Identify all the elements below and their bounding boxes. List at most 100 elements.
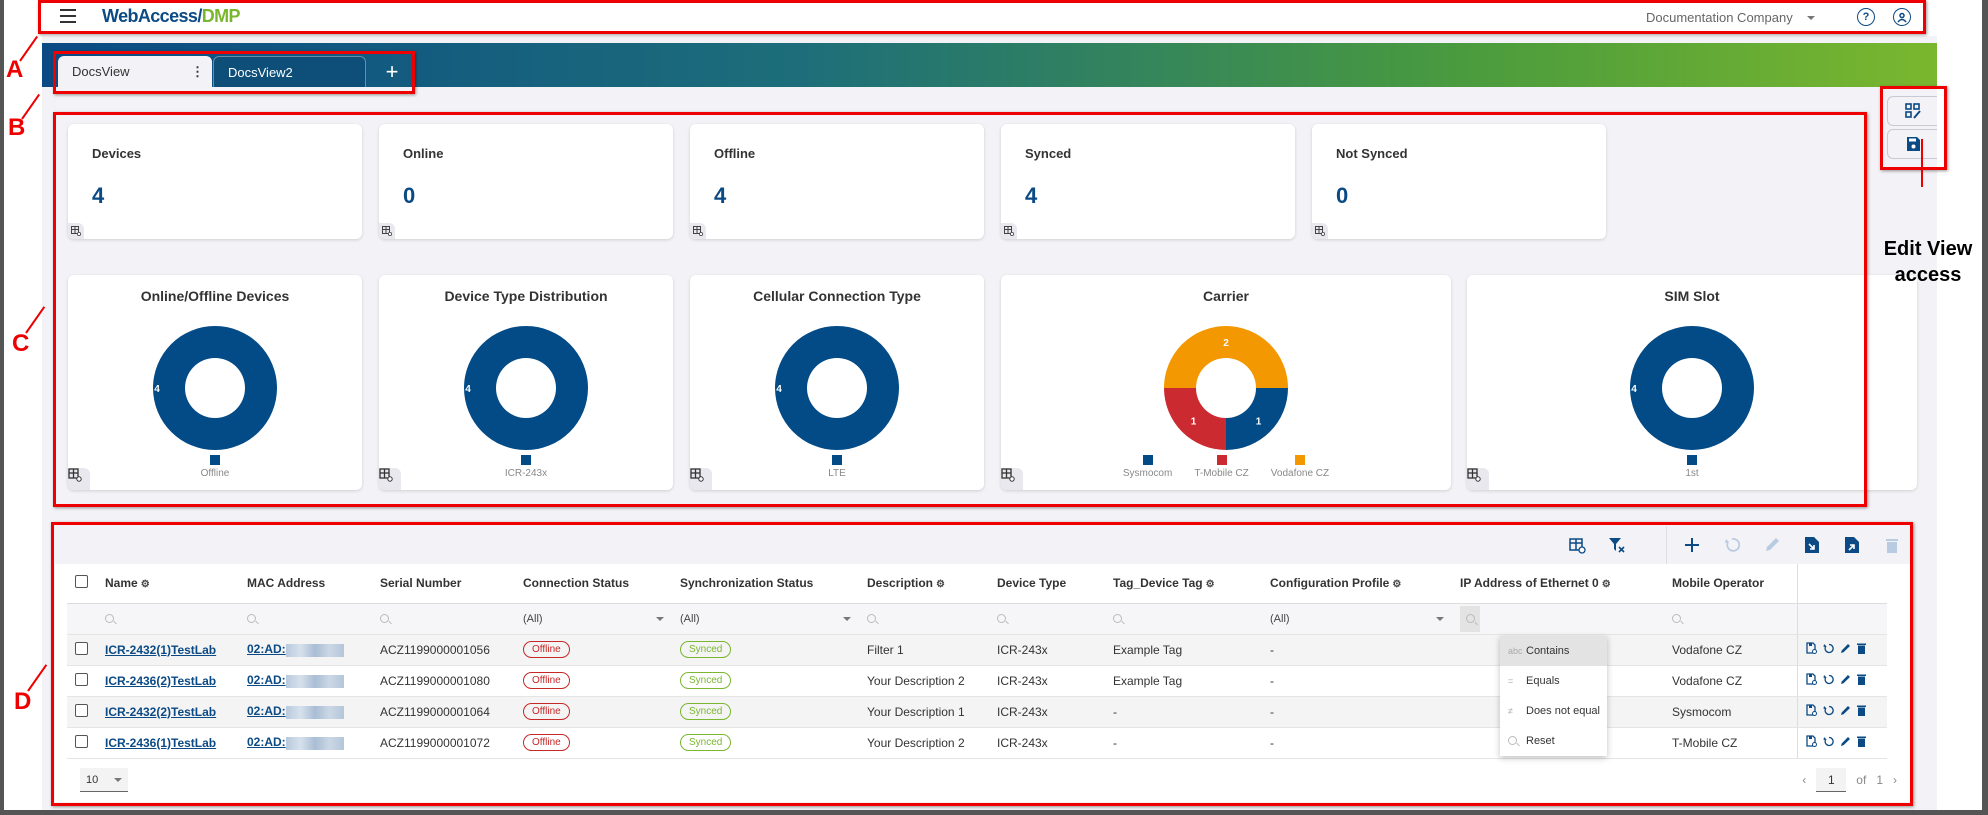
column-header-ip-address-of-ethernet-0[interactable]: IP Address of Ethernet 0 ⚙ bbox=[1452, 564, 1664, 604]
table-row[interactable]: ICR-2436(1)TestLab 02:AD: ACZ11990000010… bbox=[67, 727, 1887, 759]
mac-address-link[interactable]: 02:AD: bbox=[247, 642, 286, 656]
filter-input-cell[interactable] bbox=[97, 603, 239, 635]
legend-item[interactable]: Vodafone CZ bbox=[1271, 455, 1329, 479]
filter-input-cell[interactable] bbox=[1664, 603, 1797, 635]
table-view-icon[interactable] bbox=[690, 468, 712, 490]
device-name-link[interactable]: ICR-2432(2)TestLab bbox=[105, 705, 216, 719]
table-row[interactable]: ICR-2436(2)TestLab 02:AD: ACZ11990000010… bbox=[67, 665, 1887, 697]
menu-item-contains[interactable]: abc Contains bbox=[1500, 636, 1607, 666]
export-file-icon[interactable] bbox=[1842, 535, 1862, 555]
edit-pencil-icon[interactable] bbox=[1840, 705, 1851, 719]
gear-icon[interactable]: ⚙ bbox=[1392, 579, 1401, 590]
refresh-icon[interactable] bbox=[1823, 705, 1834, 719]
edit-pencil-icon[interactable] bbox=[1762, 535, 1782, 555]
filter-input-cell[interactable] bbox=[372, 603, 515, 635]
company-selector[interactable]: Documentation Company bbox=[1646, 10, 1815, 25]
more-vertical-icon[interactable]: ⋮ bbox=[191, 64, 204, 80]
edit-pencil-icon[interactable] bbox=[1840, 643, 1851, 657]
tab-docsview[interactable]: DocsView ⋮ bbox=[58, 56, 212, 87]
menu-item-does-not-equal[interactable]: ≠ Does not equal bbox=[1500, 696, 1607, 726]
account-circle-icon[interactable] bbox=[1893, 8, 1911, 26]
column-header-configuration-profile[interactable]: Configuration Profile ⚙ bbox=[1262, 564, 1452, 604]
table-view-icon[interactable] bbox=[1001, 223, 1017, 239]
legend-item[interactable]: Sysmocom bbox=[1123, 455, 1172, 479]
row-checkbox[interactable] bbox=[75, 703, 88, 717]
gear-icon[interactable]: ⚙ bbox=[1602, 579, 1611, 590]
filter-select[interactable]: (All) bbox=[1270, 613, 1444, 625]
column-header-description[interactable]: Description ⚙ bbox=[859, 564, 989, 604]
device-name-link[interactable]: ICR-2436(1)TestLab bbox=[105, 736, 216, 750]
add-tab-button[interactable]: + bbox=[372, 56, 412, 87]
row-checkbox[interactable] bbox=[75, 641, 88, 655]
column-header-name[interactable]: Name ⚙ bbox=[97, 564, 239, 604]
refresh-table-icon[interactable] bbox=[1567, 535, 1587, 555]
page-input[interactable]: 1 bbox=[1816, 768, 1847, 792]
donut-slice-lte[interactable] bbox=[775, 325, 899, 451]
donut-slice-icr-243x[interactable] bbox=[464, 325, 588, 451]
column-header-connection-status[interactable]: Connection Status bbox=[515, 564, 672, 604]
table-view-icon[interactable] bbox=[690, 223, 706, 239]
device-name-link[interactable]: ICR-2436(2)TestLab bbox=[105, 674, 216, 688]
help-circle-icon[interactable]: ? bbox=[1857, 8, 1875, 26]
donut-slice-vodafone-cz[interactable] bbox=[1164, 326, 1288, 388]
gear-icon[interactable]: ⚙ bbox=[141, 579, 150, 590]
add-device-icon[interactable] bbox=[1682, 535, 1702, 555]
gear-icon[interactable]: ⚙ bbox=[1206, 579, 1215, 590]
table-row[interactable]: ICR-2432(1)TestLab 02:AD: ACZ11990000010… bbox=[67, 634, 1887, 666]
filter-input-cell[interactable] bbox=[1105, 603, 1262, 635]
table-view-icon[interactable] bbox=[1467, 468, 1489, 490]
row-checkbox[interactable] bbox=[75, 734, 88, 748]
legend-item[interactable]: LTE bbox=[828, 455, 846, 479]
legend-item[interactable]: Offline bbox=[201, 455, 229, 479]
column-header-serial-number[interactable]: Serial Number bbox=[372, 564, 515, 604]
filter-input-cell[interactable] bbox=[239, 603, 372, 635]
clear-filter-icon[interactable] bbox=[1607, 535, 1627, 555]
filter-input-cell[interactable] bbox=[989, 603, 1105, 635]
prev-page-icon[interactable]: ‹ bbox=[1802, 773, 1806, 787]
delete-icon[interactable] bbox=[1856, 643, 1866, 657]
filter-select[interactable]: (All) bbox=[523, 613, 664, 625]
legend-item[interactable]: T-Mobile CZ bbox=[1194, 455, 1249, 479]
refresh-icon[interactable] bbox=[1823, 643, 1834, 657]
donut-slice-offline[interactable] bbox=[153, 325, 277, 451]
column-header-tag-device-tag[interactable]: Tag_Device Tag ⚙ bbox=[1105, 564, 1262, 604]
gear-icon[interactable]: ⚙ bbox=[936, 579, 945, 590]
mac-address-link[interactable]: 02:AD: bbox=[247, 673, 286, 687]
next-page-icon[interactable]: › bbox=[1893, 773, 1897, 787]
device-config-icon[interactable] bbox=[1805, 704, 1817, 719]
delete-icon[interactable] bbox=[1856, 674, 1866, 688]
delete-icon[interactable] bbox=[1856, 705, 1866, 719]
page-size-select[interactable]: 10 bbox=[80, 768, 128, 792]
table-view-icon[interactable] bbox=[379, 223, 395, 239]
column-header-device-type[interactable]: Device Type bbox=[989, 564, 1105, 604]
mac-address-link[interactable]: 02:AD: bbox=[247, 704, 286, 718]
device-config-icon[interactable] bbox=[1805, 673, 1817, 688]
device-config-icon[interactable] bbox=[1805, 735, 1817, 750]
device-name-link[interactable]: ICR-2432(1)TestLab bbox=[105, 643, 216, 657]
save-view-button[interactable] bbox=[1887, 129, 1937, 159]
column-header-synchronization-status[interactable]: Synchronization Status bbox=[672, 564, 859, 604]
mac-address-link[interactable]: 02:AD: bbox=[247, 735, 286, 749]
table-view-icon[interactable] bbox=[68, 223, 84, 239]
table-view-icon[interactable] bbox=[1001, 468, 1023, 490]
hamburger-menu-icon[interactable] bbox=[60, 9, 76, 23]
select-all-checkbox[interactable] bbox=[75, 575, 88, 589]
table-view-icon[interactable] bbox=[1312, 223, 1328, 239]
edit-pencil-icon[interactable] bbox=[1840, 736, 1851, 750]
filter-operation-button[interactable] bbox=[1460, 605, 1480, 632]
legend-item[interactable]: 1st bbox=[1685, 455, 1699, 479]
device-config-icon[interactable] bbox=[1805, 642, 1817, 657]
menu-item-equals[interactable]: = Equals bbox=[1500, 666, 1607, 696]
legend-item[interactable]: ICR-243x bbox=[505, 455, 547, 479]
table-view-icon[interactable] bbox=[379, 468, 401, 490]
filter-input-cell[interactable] bbox=[859, 603, 989, 635]
tab-docsview2[interactable]: DocsView2 bbox=[213, 56, 366, 87]
table-row[interactable]: ICR-2432(2)TestLab 02:AD: ACZ11990000010… bbox=[67, 696, 1887, 728]
row-checkbox[interactable] bbox=[75, 672, 88, 686]
refresh-icon[interactable] bbox=[1823, 736, 1834, 750]
edit-pencil-icon[interactable] bbox=[1840, 674, 1851, 688]
donut-slice-1st[interactable] bbox=[1630, 326, 1754, 450]
edit-layout-button[interactable] bbox=[1887, 96, 1937, 126]
column-header-mobile-operator[interactable]: Mobile Operator bbox=[1664, 564, 1797, 604]
delete-icon[interactable] bbox=[1882, 535, 1902, 555]
